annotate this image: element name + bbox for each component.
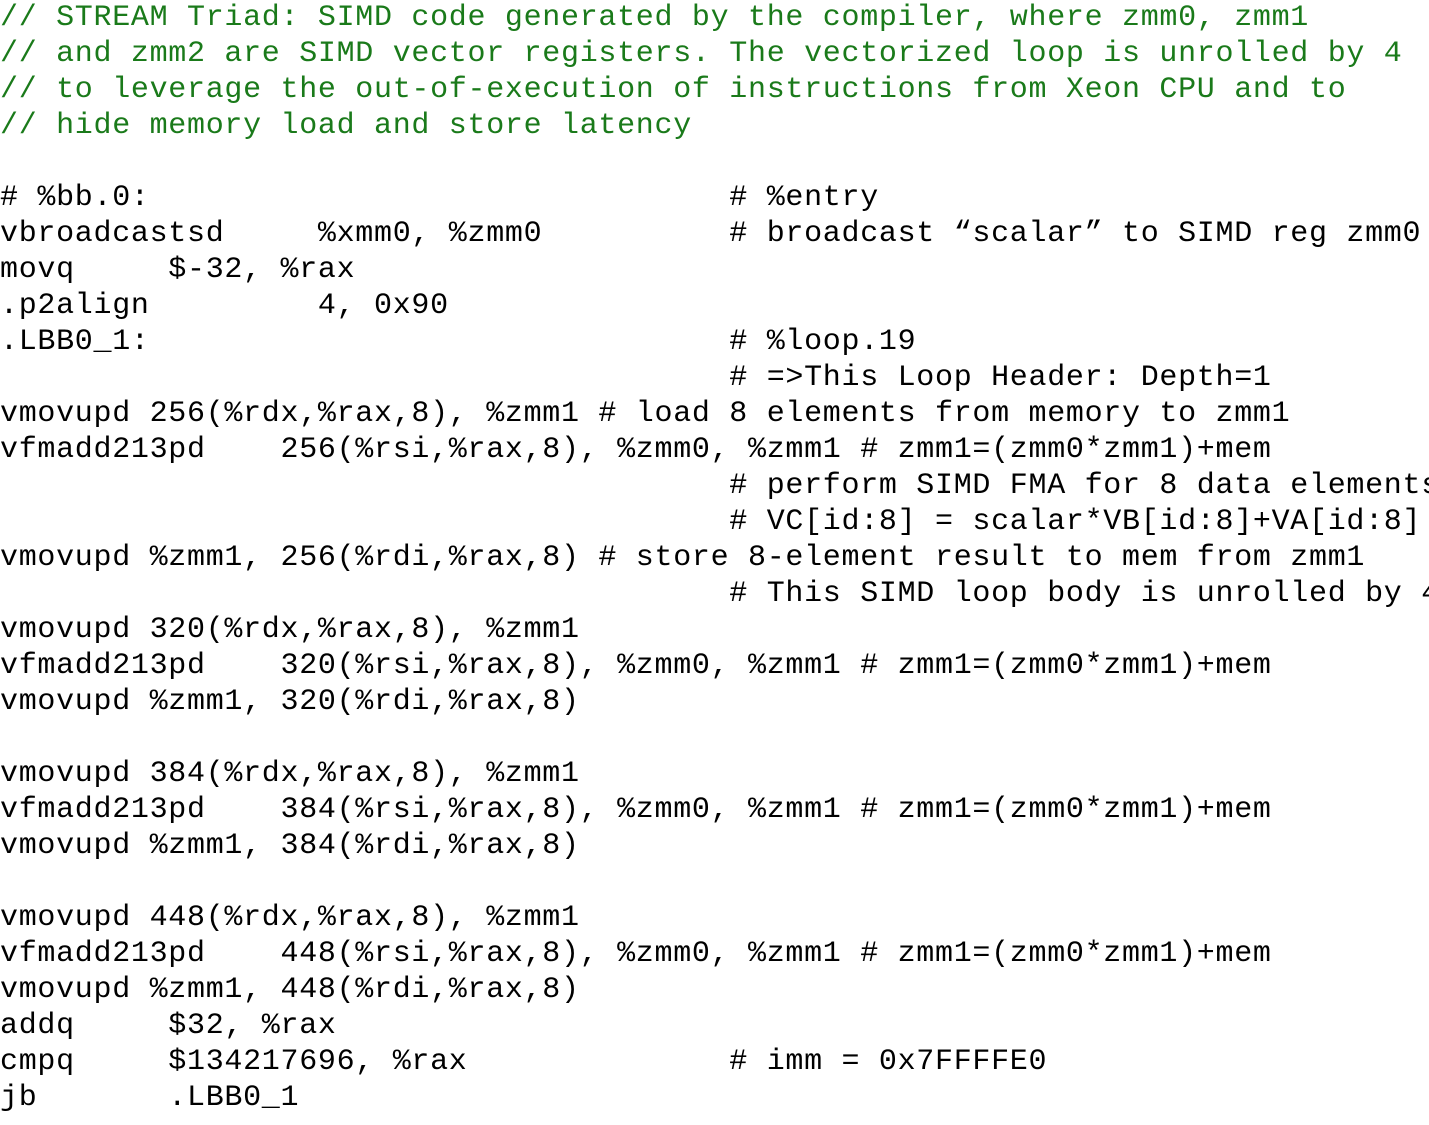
code-line: vfmadd213pd 320(%rsi,%rax,8), %zmm0, %zm… — [0, 649, 1272, 683]
code-line: vbroadcastsd %xmm0, %zmm0 # broadcast “s… — [0, 217, 1422, 251]
code-line: jb .LBB0_1 — [0, 1081, 300, 1115]
code-line: // and zmm2 are SIMD vector registers. T… — [0, 37, 1403, 71]
code-line: vmovupd 256(%rdx,%rax,8), %zmm1 # load 8… — [0, 397, 1291, 431]
code-line: vmovupd %zmm1, 320(%rdi,%rax,8) — [0, 685, 580, 719]
code-line: // hide memory load and store latency — [0, 109, 692, 143]
assembly-code-block: # %bb.0: # %entry vbroadcastsd %xmm0, %zm… — [0, 144, 1429, 1116]
header-comment-block: // STREAM Triad: SIMD code generated by … — [0, 0, 1429, 144]
code-line: movq $-32, %rax — [0, 253, 356, 287]
code-line: # VC[id:8] = scalar*VB[id:8]+VA[id:8] — [0, 505, 1422, 539]
code-line: vmovupd 384(%rdx,%rax,8), %zmm1 — [0, 757, 580, 791]
code-line: vmovupd %zmm1, 384(%rdi,%rax,8) — [0, 829, 580, 863]
code-line: vmovupd 320(%rdx,%rax,8), %zmm1 — [0, 613, 580, 647]
code-line: vmovupd %zmm1, 256(%rdi,%rax,8) # store … — [0, 541, 1366, 575]
code-line: .LBB0_1: # %loop.19 — [0, 325, 917, 359]
code-line: # perform SIMD FMA for 8 data elements — [0, 469, 1429, 503]
code-line: vmovupd 448(%rdx,%rax,8), %zmm1 — [0, 901, 580, 935]
code-line: vfmadd213pd 448(%rsi,%rax,8), %zmm0, %zm… — [0, 937, 1272, 971]
code-line: # %bb.0: # %entry — [0, 181, 879, 215]
code-line: # =>This Loop Header: Depth=1 — [0, 361, 1272, 395]
code-line: vfmadd213pd 256(%rsi,%rax,8), %zmm0, %zm… — [0, 433, 1272, 467]
code-line: // STREAM Triad: SIMD code generated by … — [0, 1, 1309, 35]
code-line: vfmadd213pd 384(%rsi,%rax,8), %zmm0, %zm… — [0, 793, 1272, 827]
code-line: cmpq $134217696, %rax # imm = 0x7FFFFE0 — [0, 1045, 1048, 1079]
code-line: vmovupd %zmm1, 448(%rdi,%rax,8) — [0, 973, 580, 1007]
code-line: # This SIMD loop body is unrolled by 4 — [0, 577, 1429, 611]
code-line: .p2align 4, 0x90 — [0, 289, 449, 323]
code-line: // to leverage the out-of-execution of i… — [0, 73, 1347, 107]
code-line: addq $32, %rax — [0, 1009, 337, 1043]
code-listing: // STREAM Triad: SIMD code generated by … — [0, 0, 1429, 1116]
